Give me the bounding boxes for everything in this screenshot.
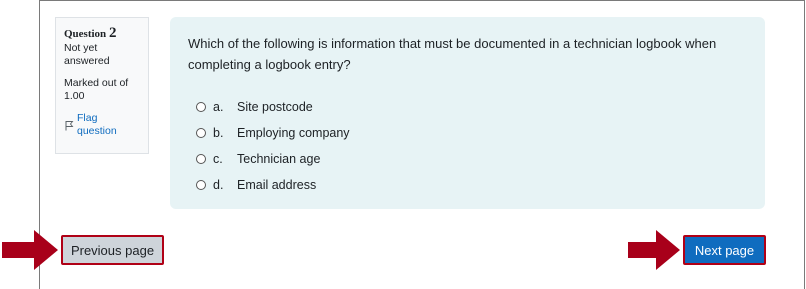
answer-option-a[interactable]: a. Site postcode <box>188 94 747 120</box>
answer-option-b[interactable]: b. Employing company <box>188 120 747 146</box>
option-letter: c. <box>213 152 223 166</box>
previous-page-button[interactable]: Previous page <box>61 235 164 265</box>
radio-unchecked-icon[interactable] <box>196 180 206 190</box>
flag-question-label: Flag question <box>77 112 117 137</box>
question-info-panel: Question 2 Not yet answered Marked out o… <box>55 17 149 154</box>
option-letter: b. <box>213 126 224 140</box>
marked-out-of-value: 1.00 <box>64 90 85 102</box>
option-letter: d. <box>213 178 224 192</box>
question-label: Question <box>64 28 107 40</box>
option-text: Site postcode <box>237 100 313 114</box>
option-letter: a. <box>213 100 224 114</box>
question-number-value: 2 <box>108 25 117 41</box>
question-grade: Marked out of 1.00 <box>64 77 140 103</box>
flag-icon <box>64 120 74 131</box>
option-text: Email address <box>237 178 317 192</box>
answer-option-c[interactable]: c. Technician age <box>188 146 747 172</box>
question-content: Which of the following is information th… <box>170 17 765 209</box>
answer-options: a. Site postcode b. Employing company c.… <box>188 94 747 198</box>
option-text: Technician age <box>237 152 321 166</box>
question-status: Not yet answered <box>64 42 110 67</box>
question-text: Which of the following is information th… <box>188 36 717 72</box>
radio-unchecked-icon[interactable] <box>196 128 206 138</box>
radio-unchecked-icon[interactable] <box>196 154 206 164</box>
option-text: Employing company <box>237 126 350 140</box>
marked-out-of-label: Marked out of <box>64 77 129 89</box>
radio-unchecked-icon[interactable] <box>196 102 206 112</box>
next-page-button[interactable]: Next page <box>683 235 766 265</box>
answer-option-d[interactable]: d. Email address <box>188 172 747 198</box>
right-arrow-icon <box>628 230 680 270</box>
question-number: Question 2 <box>64 26 140 41</box>
right-arrow-icon <box>2 230 58 270</box>
flag-question-link[interactable]: Flag question <box>64 112 140 138</box>
